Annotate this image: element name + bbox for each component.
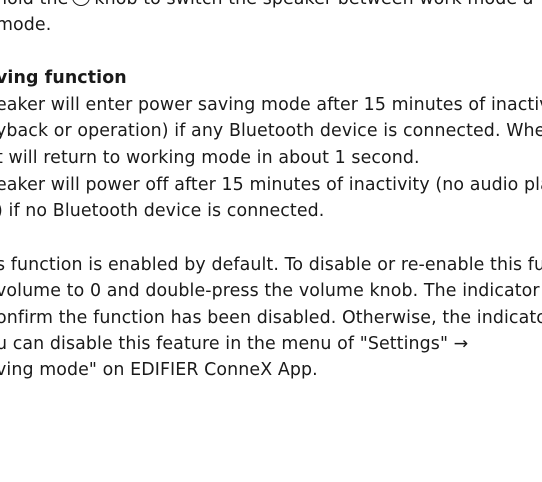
text-line: s function is enabled by default. To dis… bbox=[0, 255, 542, 275]
text-line: onfirm the function has been disabled. O… bbox=[0, 308, 542, 328]
text-line: eaker will enter power saving mode after… bbox=[0, 95, 542, 115]
text-line: yback or operation) if any Bluetooth dev… bbox=[0, 121, 542, 141]
document-page: hold the knob to switch the speaker betwe… bbox=[0, 0, 542, 482]
text-line: mode. bbox=[0, 15, 52, 35]
text-line: eaker will power off after 15 minutes of… bbox=[0, 175, 542, 195]
section-heading-power-saving: ving function bbox=[0, 68, 127, 88]
text-line: volume to 0 and double-press the volume … bbox=[0, 281, 542, 301]
text-line: ) if no Bluetooth device is connected. bbox=[0, 201, 325, 221]
text-line: t will return to working mode in about 1… bbox=[0, 148, 420, 168]
power-knob-icon bbox=[72, 0, 91, 6]
text-line: ving mode" on EDIFIER ConneX App. bbox=[0, 360, 318, 380]
text-fragment: hold the bbox=[0, 0, 68, 9]
text-line: u can disable this feature in the menu o… bbox=[0, 334, 469, 354]
text-line-mode-switch: hold the knob to switch the speaker betwe… bbox=[0, 0, 534, 10]
text-fragment: knob to switch the speaker between work … bbox=[94, 0, 533, 9]
